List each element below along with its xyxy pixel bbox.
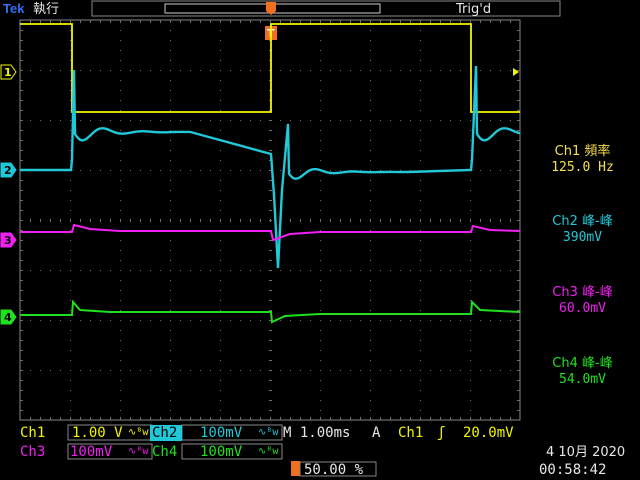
measurement-value: 125.0 Hz [551, 160, 614, 175]
measurement-3: Ch3 峰-峰 60.0mV [525, 285, 640, 317]
ch4-bandwidth-icon: ∿ᴮw [258, 446, 279, 457]
trigger-position-icon [291, 461, 300, 476]
ch2-marker-label: 2 [4, 164, 12, 177]
ch4-ground-marker[interactable]: 4 [0, 309, 17, 325]
run-state: 執行 [33, 1, 59, 17]
trigger-position: 50.00 % [304, 462, 364, 478]
trigger-level: 20.0mV [463, 425, 514, 441]
ch1-ground-marker[interactable]: 1 [0, 64, 17, 80]
ch2-waveform [20, 65, 521, 269]
measurement-2: Ch2 峰-峰 390mV [525, 214, 640, 246]
ch4-scale: 100mV [200, 444, 243, 460]
ch2-bandwidth-icon: ∿ᴮw [258, 427, 279, 438]
measurement-label: Ch2 峰-峰 [552, 214, 613, 229]
ch2-scale: 100mV [200, 425, 243, 441]
brand-logo: Tek [3, 1, 25, 16]
top-status-bar: Tek 執行 Trig'd T [3, 0, 561, 76]
ch3-scale: 100mV [70, 444, 113, 460]
measurement-value: 390mV [562, 230, 603, 245]
measurement-label: Ch4 峰-峰 [552, 356, 613, 371]
ch1-marker-label: 1 [4, 66, 12, 79]
ch3-marker-label: 3 [4, 234, 12, 247]
trigger-mode: A [372, 425, 381, 441]
measurement-value: 60.0mV [559, 301, 606, 316]
measurement-label: Ch3 峰-峰 [552, 285, 613, 300]
ch1-label: Ch1 [20, 425, 46, 441]
ch2-label: Ch2 [152, 425, 178, 441]
channel-markers: 1 2 3 4 [0, 64, 17, 325]
ch4-waveform [20, 299, 521, 324]
trigger-source: Ch1 [398, 425, 424, 441]
time: 00:58:42 [539, 462, 607, 478]
measurement-4: Ch4 峰-峰 54.0mV [525, 356, 640, 388]
ch3-label: Ch3 [20, 444, 46, 460]
ch2-ground-marker[interactable]: 2 [0, 162, 17, 178]
trigger-level-arrow-icon [513, 68, 519, 76]
graticule-grid [20, 20, 520, 420]
measurement-value: 54.0mV [559, 372, 606, 387]
ch3-bandwidth-icon: ∿ᴮw [128, 446, 149, 457]
measurement-label: Ch1 頻率 [554, 144, 611, 159]
date: 4 10月 2020 [546, 445, 626, 460]
ch1-scale: 1.00 V [72, 425, 123, 441]
trigger-slope-icon: ʃ [437, 425, 446, 441]
waveforms [20, 23, 521, 324]
measurement-1: Ch1 頻率 125.0 Hz [525, 144, 640, 176]
ch4-marker-label: 4 [4, 311, 12, 324]
ch3-ground-marker[interactable]: 3 [0, 232, 17, 248]
trigger-status: Trig'd [455, 2, 491, 17]
ch1-bandwidth-icon: ∿ᴮw [128, 427, 149, 438]
ch4-label: Ch4 [152, 444, 178, 460]
ch3-waveform [20, 223, 521, 242]
timebase: M 1.00ms [283, 425, 351, 441]
